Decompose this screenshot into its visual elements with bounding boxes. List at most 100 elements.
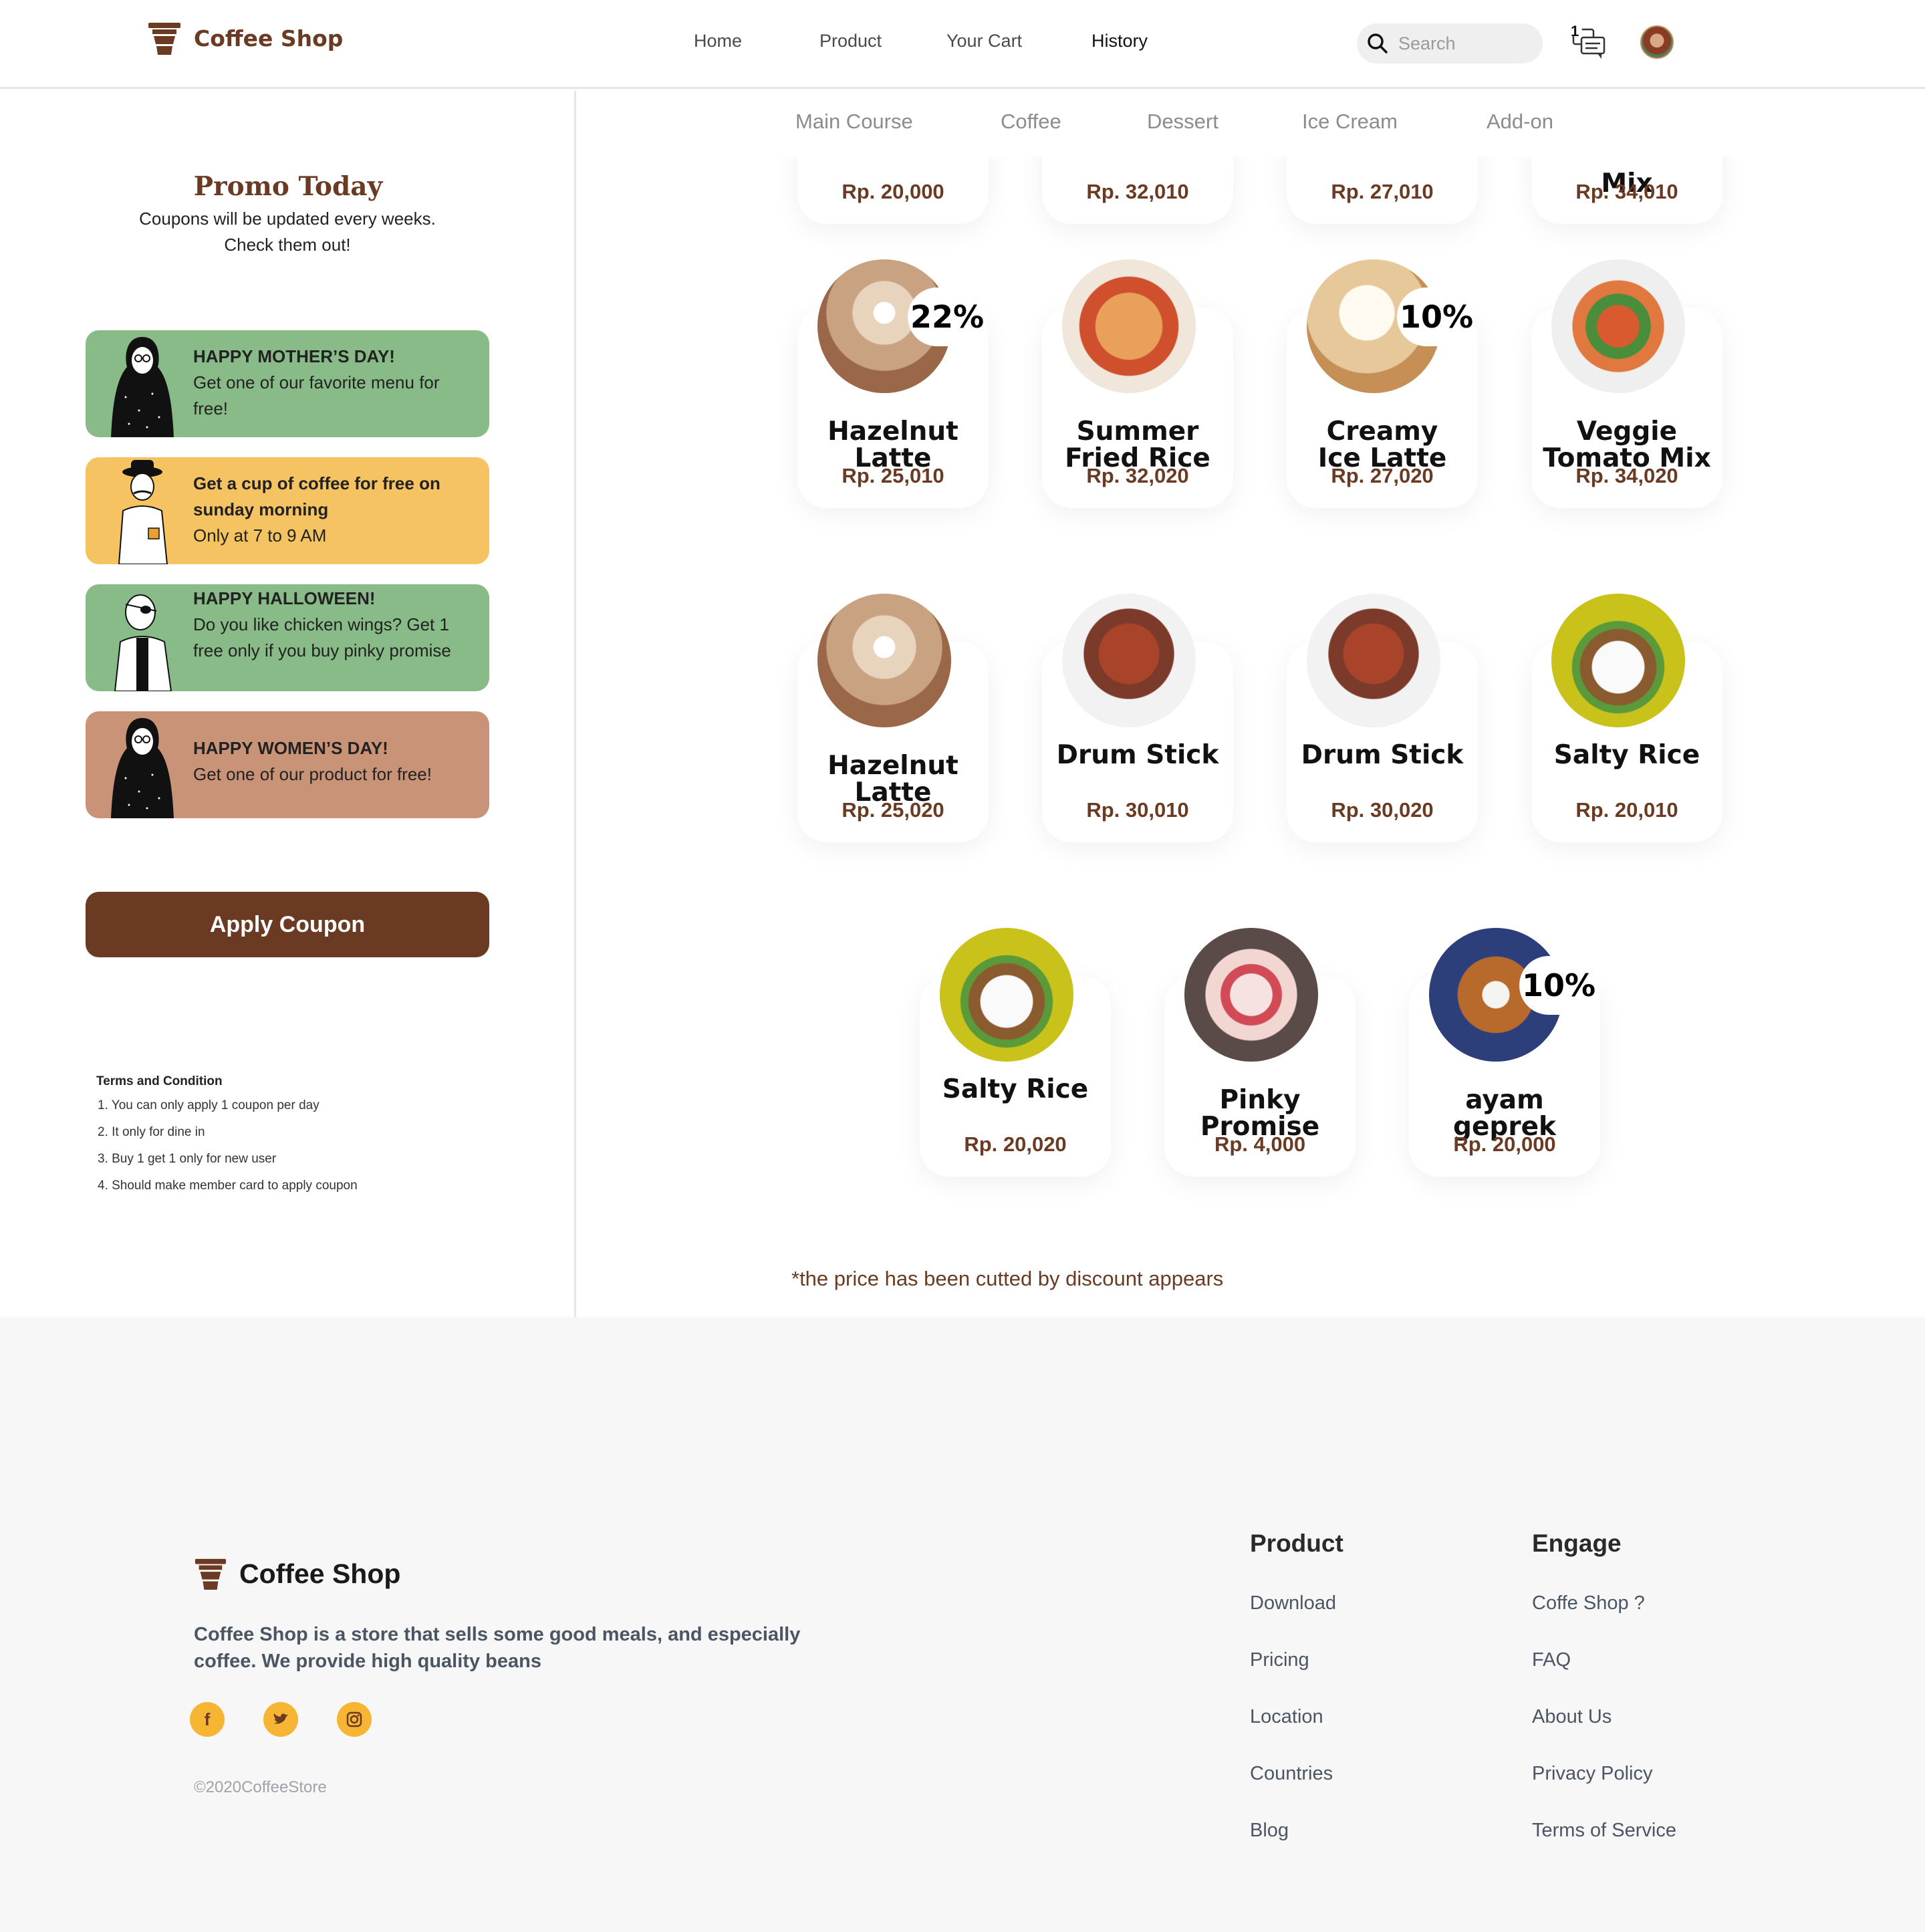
product-price: Rp. 20,000: [1453, 1132, 1556, 1156]
promo-subtitle-line1: Coupons will be updated every weeks.: [139, 209, 436, 229]
product-price: Rp. 30,020: [1331, 798, 1434, 822]
pirate-illustration: [114, 594, 172, 691]
product-card[interactable]: 10% ayam geprek Rp. 20,000: [1409, 928, 1600, 1177]
main-nav: Home Product Your Cart History: [0, 31, 1925, 57]
product-price: Rp. 27,020: [1331, 464, 1434, 487]
product-card[interactable]: Salty Rice Rp. 20,010: [1531, 594, 1722, 842]
coupon-body: Only at 7 to 9 AM: [193, 525, 327, 546]
tab-main-course[interactable]: Main Course: [795, 110, 913, 134]
product-card[interactable]: Salty Rice Rp. 20,020: [920, 928, 1111, 1177]
coupon-heading: Get a cup of coffee for free on sunday m…: [193, 473, 440, 519]
tab-coffee[interactable]: Coffee: [1001, 110, 1061, 134]
promo-subtitle: Coupons will be updated every weeks. Che…: [87, 206, 488, 258]
promo-title: Promo Today: [193, 171, 383, 202]
chat-button[interactable]: 1: [1570, 23, 1608, 62]
coffee-cup-icon: [195, 1558, 227, 1590]
product-name: Drum Stick: [1056, 740, 1219, 770]
instagram-glyph-icon: [346, 1711, 362, 1727]
tab-ice-cream[interactable]: Ice Cream: [1302, 110, 1398, 134]
search-icon: [1368, 33, 1388, 53]
twitter-bird-icon: [273, 1713, 288, 1724]
product-card[interactable]: Summer Fried Rice Rp. 32,020: [1042, 259, 1233, 508]
product-price: Rp. 27,010: [1331, 180, 1434, 203]
product-card[interactable]: Rp. 20,000: [797, 157, 989, 224]
nav-cart[interactable]: Your Cart: [946, 31, 1022, 51]
drum-stick-image: [1307, 594, 1440, 727]
product-price: Rp. 34,020: [1575, 464, 1678, 487]
footer-description: Coffee Shop is a store that sells some g…: [194, 1624, 801, 1672]
apply-coupon-button[interactable]: Apply Coupon: [86, 892, 489, 957]
terms-item: 3. Buy 1 get 1 only for new user: [98, 1152, 277, 1166]
instagram-icon[interactable]: [337, 1702, 372, 1737]
nav-product[interactable]: Product: [819, 31, 882, 51]
header: Coffee Shop Home Product Your Cart Histo…: [0, 0, 1925, 89]
twitter-icon[interactable]: [263, 1702, 298, 1737]
product-grid: Rp. 20,000 Rp. 32,010 Rp. 27,010 Mix Rp.…: [578, 157, 1925, 1247]
product-card[interactable]: 10% Creamy Ice Latte Rp. 27,020: [1287, 259, 1478, 508]
coupon-body: Get one of our favorite menu for free!: [193, 372, 440, 418]
footer-link[interactable]: Blog: [1250, 1820, 1289, 1842]
nav-home[interactable]: Home: [694, 31, 742, 51]
footer: Coffee Shop Coffee Shop is a store that …: [0, 1317, 1925, 1932]
product-price: Rp. 25,020: [842, 798, 944, 822]
product-price: Rp. 20,010: [1575, 798, 1678, 822]
footer-link[interactable]: Location: [1250, 1706, 1323, 1728]
product-price: Rp. 34,010: [1575, 180, 1678, 203]
tab-dessert[interactable]: Dessert: [1147, 110, 1218, 134]
footer-link[interactable]: Privacy Policy: [1532, 1763, 1653, 1785]
coupon-heading: HAPPY MOTHER’S DAY!: [193, 346, 395, 366]
terms-item: 4. Should make member card to apply coup…: [98, 1179, 358, 1193]
footer-link[interactable]: Download: [1250, 1592, 1336, 1614]
product-card[interactable]: Rp. 27,010: [1287, 157, 1478, 224]
footer-link[interactable]: FAQ: [1532, 1649, 1571, 1671]
product-price: Rp. 32,010: [1086, 180, 1189, 203]
man-hat-illustration: [118, 460, 168, 564]
coupon-heading: HAPPY WOMEN’S DAY!: [193, 738, 388, 758]
product-card[interactable]: Drum Stick Rp. 30,010: [1042, 594, 1233, 842]
product-card[interactable]: 22% Hazelnut Latte Rp. 25,010: [797, 259, 989, 508]
search-input[interactable]: Search: [1357, 23, 1543, 64]
salty-rice-image: [1551, 594, 1685, 727]
discount-note: *the price has been cutted by discount a…: [791, 1267, 1224, 1290]
coupon-card[interactable]: Get a cup of coffee for free on sunday m…: [86, 457, 489, 564]
footer-link[interactable]: Pricing: [1250, 1649, 1309, 1671]
footer-link[interactable]: About Us: [1532, 1706, 1612, 1728]
terms-item: 1. You can only apply 1 coupon per day: [98, 1098, 319, 1112]
product-card[interactable]: Pinky Promise Rp. 4,000: [1164, 928, 1356, 1177]
tab-add-on[interactable]: Add-on: [1487, 110, 1553, 134]
coupon-heading: HAPPY HALLOWEEN!: [193, 588, 376, 608]
category-tabs: Main Course Coffee Dessert Ice Cream Add…: [578, 94, 1925, 157]
product-card[interactable]: Hazelnut Latte Rp. 25,020: [797, 594, 989, 842]
avatar[interactable]: [1640, 25, 1674, 59]
footer-link[interactable]: Coffe Shop ?: [1532, 1592, 1645, 1614]
product-name: Drum Stick: [1301, 740, 1464, 770]
footer-brand-name: Coffee Shop: [239, 1558, 401, 1589]
coupon-card[interactable]: HAPPY HALLOWEEN! Do you like chicken win…: [86, 584, 489, 691]
product-name: Salty Rice: [942, 1074, 1089, 1104]
product-price: Rp. 20,000: [842, 180, 944, 203]
coupon-card[interactable]: HAPPY WOMEN’S DAY! Get one of our produc…: [86, 711, 489, 818]
promo-sidebar: Promo Today Coupons will be updated ever…: [0, 91, 576, 1317]
footer-link[interactable]: Countries: [1250, 1763, 1333, 1785]
woman-hijab-illustration: [111, 718, 174, 818]
nav-history[interactable]: History: [1092, 31, 1148, 51]
product-card[interactable]: Drum Stick Rp. 30,020: [1287, 594, 1478, 842]
product-price: Rp. 30,010: [1086, 798, 1189, 822]
footer-link[interactable]: Terms of Service: [1532, 1820, 1676, 1842]
product-price: Rp. 20,020: [964, 1132, 1067, 1156]
product-card[interactable]: Mix Rp. 34,010: [1531, 157, 1722, 224]
coupon-body: Get one of our product for free!: [193, 764, 432, 784]
woman-hijab-illustration: [111, 337, 174, 437]
coupon-card[interactable]: HAPPY MOTHER’S DAY! Get one of our favor…: [86, 330, 489, 437]
salty-rice-image: [940, 928, 1073, 1062]
pinky-promise-image: [1184, 928, 1318, 1062]
product-price: Rp. 4,000: [1214, 1132, 1306, 1156]
footer-brand[interactable]: Coffee Shop: [194, 1556, 400, 1591]
facebook-icon[interactable]: f: [190, 1702, 225, 1737]
discount-badge: 10%: [1397, 287, 1476, 346]
product-card[interactable]: Rp. 32,010: [1042, 157, 1233, 224]
discount-badge: 10%: [1519, 956, 1598, 1015]
product-price: Rp. 32,020: [1086, 464, 1189, 487]
footer-product-title: Product: [1250, 1530, 1343, 1557]
product-card[interactable]: Veggie Tomato Mix Rp. 34,020: [1531, 259, 1722, 508]
